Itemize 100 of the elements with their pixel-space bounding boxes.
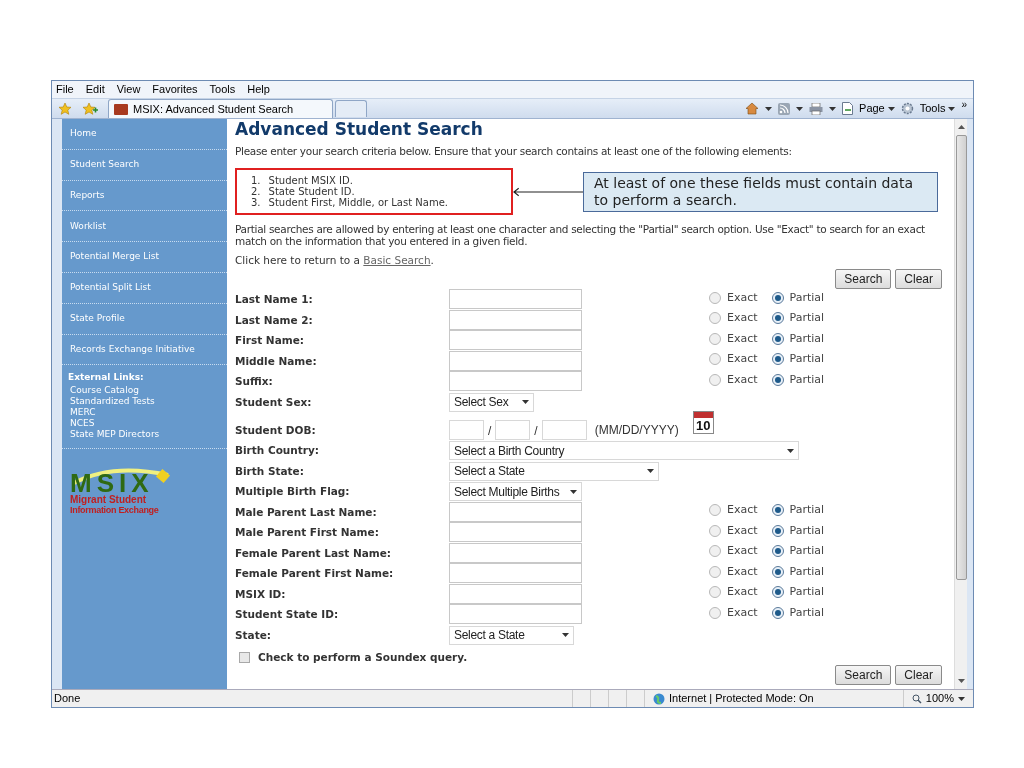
scrollbar[interactable] bbox=[954, 119, 967, 689]
radio-option[interactable]: Exact bbox=[709, 522, 758, 539]
date-separator: / bbox=[534, 422, 538, 440]
month-field[interactable] bbox=[449, 419, 484, 440]
gear-icon[interactable] bbox=[900, 102, 914, 115]
feed-icon[interactable] bbox=[778, 102, 791, 115]
radio-button[interactable] bbox=[709, 373, 721, 386]
radio-option[interactable]: Partial bbox=[771, 502, 825, 519]
menu-item[interactable]: Tools bbox=[209, 81, 236, 98]
return-text: Click here to return to a Basic Search. bbox=[235, 252, 435, 268]
radio-button[interactable] bbox=[771, 565, 784, 578]
caret-icon bbox=[796, 106, 804, 111]
caret-icon bbox=[647, 469, 654, 473]
radio-option[interactable]: Exact bbox=[709, 351, 758, 368]
text-field[interactable] bbox=[449, 604, 582, 624]
radio-option[interactable]: Partial bbox=[771, 604, 825, 621]
form-button[interactable]: Clear bbox=[895, 665, 942, 686]
radio-button[interactable] bbox=[771, 545, 784, 558]
radio-button[interactable] bbox=[709, 545, 721, 558]
radio-button[interactable] bbox=[709, 291, 721, 304]
field-label: Male Parent First Name: bbox=[235, 525, 380, 541]
text-field[interactable] bbox=[449, 542, 582, 563]
form-button[interactable]: Search bbox=[835, 268, 892, 289]
radio-option[interactable]: Partial bbox=[771, 563, 825, 580]
scroll-down-icon[interactable] bbox=[957, 679, 965, 683]
radio-button[interactable] bbox=[709, 586, 721, 599]
radio-option[interactable]: Partial bbox=[771, 584, 825, 601]
dropdown[interactable]: Select a State bbox=[449, 461, 659, 481]
text-field[interactable] bbox=[449, 309, 582, 330]
dropdown[interactable]: Select a Birth Country bbox=[449, 441, 799, 460]
field-label: Birth State: bbox=[235, 463, 305, 479]
text-field[interactable] bbox=[449, 289, 582, 309]
zoom-level[interactable]: 100% bbox=[902, 690, 973, 707]
home-icon[interactable] bbox=[745, 102, 760, 115]
menu-item[interactable]: Help bbox=[247, 81, 270, 98]
scroll-up-icon[interactable] bbox=[957, 125, 965, 129]
form-button[interactable]: Search bbox=[835, 665, 892, 686]
new-tab[interactable] bbox=[335, 100, 367, 117]
radio-option[interactable]: Partial bbox=[771, 543, 825, 560]
radio-button[interactable] bbox=[709, 524, 721, 537]
radio-option[interactable]: Partial bbox=[771, 522, 825, 539]
radio-button[interactable] bbox=[771, 332, 784, 345]
menu-item[interactable]: View bbox=[116, 81, 141, 98]
radio-option[interactable]: Exact bbox=[709, 330, 758, 347]
radio-option[interactable]: Partial bbox=[771, 289, 825, 306]
printer-icon[interactable] bbox=[809, 102, 824, 115]
page-icon[interactable] bbox=[842, 102, 854, 115]
radio-option[interactable]: Exact bbox=[709, 502, 758, 519]
radio-option[interactable]: Exact bbox=[709, 543, 758, 560]
star-icon[interactable] bbox=[58, 101, 72, 116]
field-label: Last Name 1: bbox=[235, 292, 314, 308]
radio-button[interactable] bbox=[771, 504, 784, 517]
radio-option[interactable]: Exact bbox=[709, 563, 758, 580]
calendar-icon[interactable]: 10 bbox=[692, 410, 714, 434]
radio-button[interactable] bbox=[709, 504, 721, 517]
radio-option[interactable]: Exact bbox=[709, 289, 758, 306]
menu-item[interactable]: File bbox=[56, 81, 74, 98]
text-field[interactable] bbox=[449, 501, 582, 522]
text-field[interactable] bbox=[449, 563, 582, 583]
radio-button[interactable] bbox=[709, 606, 721, 619]
radio-button[interactable] bbox=[709, 565, 721, 578]
dropdown[interactable]: Select Sex bbox=[449, 392, 534, 412]
star-plus-icon[interactable] bbox=[82, 101, 98, 116]
radio-button[interactable] bbox=[709, 332, 721, 345]
radio-option[interactable]: Exact bbox=[709, 584, 758, 601]
page-menu[interactable]: Page bbox=[859, 100, 895, 117]
text-field[interactable] bbox=[449, 330, 582, 350]
radio-button[interactable] bbox=[771, 312, 784, 325]
radio-button[interactable] bbox=[771, 353, 784, 366]
radio-option[interactable]: Partial bbox=[771, 351, 825, 368]
menu-item[interactable]: Favorites bbox=[152, 81, 198, 98]
more-chevron[interactable]: » bbox=[961, 97, 967, 112]
year-field[interactable] bbox=[541, 419, 587, 440]
day-field[interactable] bbox=[495, 419, 531, 440]
radio-option[interactable]: Exact bbox=[709, 310, 758, 327]
radio-button[interactable] bbox=[771, 606, 784, 619]
radio-option[interactable]: Partial bbox=[771, 330, 825, 347]
radio-option[interactable]: Exact bbox=[709, 371, 758, 388]
browser-tab[interactable]: MSIX: Advanced Student Search bbox=[108, 99, 333, 118]
radio-option[interactable]: Exact bbox=[709, 604, 758, 621]
radio-button[interactable] bbox=[771, 373, 784, 386]
radio-option[interactable]: Partial bbox=[771, 310, 825, 327]
radio-button[interactable] bbox=[709, 353, 721, 366]
radio-button[interactable] bbox=[709, 312, 721, 325]
text-field[interactable] bbox=[449, 371, 582, 391]
basic-search-link[interactable]: Basic Search bbox=[363, 253, 431, 266]
checkbox[interactable] bbox=[239, 651, 250, 663]
radio-button[interactable] bbox=[771, 291, 784, 304]
menu-item[interactable]: Edit bbox=[85, 81, 105, 98]
radio-button[interactable] bbox=[771, 524, 784, 537]
radio-button[interactable] bbox=[771, 586, 784, 599]
form-button[interactable]: Clear bbox=[895, 268, 942, 289]
text-field[interactable] bbox=[449, 522, 582, 542]
dropdown[interactable]: Select a State bbox=[449, 625, 574, 645]
text-field[interactable] bbox=[449, 350, 582, 371]
text-field[interactable] bbox=[449, 583, 582, 604]
tools-menu[interactable]: Tools bbox=[919, 100, 956, 117]
dropdown[interactable]: Select Multiple Births bbox=[449, 482, 582, 501]
scroll-thumb[interactable] bbox=[955, 135, 967, 580]
radio-option[interactable]: Partial bbox=[771, 371, 825, 388]
